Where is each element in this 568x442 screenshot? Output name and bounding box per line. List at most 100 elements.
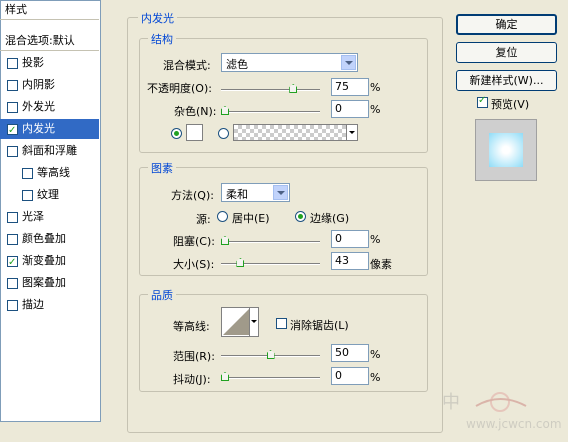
styles-header[interactable]: 样式 [0, 0, 99, 20]
style-item-label: 斜面和浮雕 [22, 144, 77, 157]
new-style-button[interactable]: 新建样式(W)... [456, 70, 557, 91]
glow-color-swatch[interactable] [186, 124, 203, 141]
gradient-dropdown-icon[interactable] [346, 125, 357, 140]
chevron-down-icon[interactable] [273, 185, 288, 200]
choke-label: 阻塞(C): [173, 235, 215, 248]
choke-slider-track[interactable] [221, 241, 320, 243]
style-item[interactable]: 内发光 [0, 119, 99, 141]
style-item[interactable]: 等高线 [0, 163, 99, 183]
gradient-radio[interactable] [218, 128, 229, 139]
style-item-checkbox[interactable] [7, 80, 18, 91]
opacity-input[interactable]: 75 [331, 78, 369, 96]
opacity-label: 不透明度(O): [147, 82, 212, 95]
svg-text:www.jcwcn.com: www.jcwcn.com [466, 417, 562, 431]
style-item[interactable]: 图案叠加 [0, 273, 99, 293]
blending-options-item[interactable]: 混合选项:默认 [0, 31, 99, 51]
source-center-radio[interactable] [217, 211, 228, 222]
style-item-checkbox[interactable] [22, 168, 33, 179]
style-item[interactable]: 投影 [0, 53, 99, 73]
preview-glow-swatch [489, 133, 523, 167]
style-item-label: 图案叠加 [22, 276, 66, 289]
watermark-graphic: 中 www.jcwcn.com [442, 392, 562, 431]
source-edge-radio[interactable] [295, 211, 306, 222]
styles-list-panel: 样式 混合选项:默认 投影内阴影外发光内发光斜面和浮雕等高线纹理光泽颜色叠加渐变… [0, 0, 101, 422]
reset-button[interactable]: 复位 [456, 42, 557, 63]
style-item-label: 外发光 [22, 100, 55, 113]
quality-title: 品质 [148, 287, 176, 303]
preview-label[interactable]: 预览(V) [491, 96, 529, 112]
ok-button[interactable]: 确定 [456, 14, 557, 35]
noise-slider-track[interactable] [221, 111, 320, 113]
style-item[interactable]: 渐变叠加 [0, 251, 99, 273]
solid-color-radio[interactable] [171, 128, 182, 139]
style-item[interactable]: 纹理 [0, 185, 99, 205]
jitter-slider-track[interactable] [221, 377, 320, 379]
jitter-input[interactable]: 0 [331, 367, 369, 385]
style-item-label: 投影 [22, 56, 44, 69]
style-item-checkbox[interactable] [7, 300, 18, 311]
choke-unit: % [370, 233, 381, 246]
style-item-checkbox[interactable] [7, 121, 18, 141]
opacity-slider-track[interactable] [221, 89, 320, 91]
jitter-label: 抖动(J): [173, 373, 211, 386]
style-item-label: 光泽 [22, 210, 44, 223]
style-item[interactable]: 内阴影 [0, 75, 99, 95]
style-item-label: 内阴影 [22, 78, 55, 91]
range-input[interactable]: 50 [331, 344, 369, 362]
svg-text:中: 中 [442, 392, 460, 413]
choke-input[interactable]: 0 [331, 230, 369, 248]
size-label: 大小(S): [173, 258, 215, 271]
range-unit: % [370, 348, 381, 361]
style-item[interactable]: 颜色叠加 [0, 229, 99, 249]
method-label: 方法(Q): [171, 189, 214, 202]
technique-value: 柔和 [226, 188, 248, 201]
style-item[interactable]: 描边 [0, 295, 99, 315]
style-item[interactable]: 光泽 [0, 207, 99, 227]
anti-alias-checkbox[interactable] [276, 318, 287, 329]
blend-mode-label: 混合模式: [163, 59, 211, 72]
anti-alias-label[interactable]: 消除锯齿(L) [290, 317, 349, 333]
size-unit: 像素 [370, 258, 392, 271]
source-label: 源: [196, 213, 211, 226]
style-preview-thumbnail [475, 119, 537, 181]
technique-select[interactable]: 柔和 [221, 183, 290, 202]
style-item-checkbox[interactable] [7, 234, 18, 245]
watermark-logo: 中 www.jcwcn.com [436, 386, 564, 436]
contour-label: 等高线: [173, 320, 210, 333]
blend-mode-select[interactable]: 滤色 [221, 53, 358, 72]
style-item-checkbox[interactable] [7, 212, 18, 223]
chevron-down-icon[interactable] [341, 55, 356, 70]
noise-input[interactable]: 0 [331, 100, 369, 118]
style-item-checkbox[interactable] [7, 102, 18, 113]
style-item-label: 颜色叠加 [22, 232, 66, 245]
elements-title: 图素 [148, 160, 176, 176]
contour-picker[interactable] [221, 307, 259, 337]
gradient-picker[interactable] [233, 124, 358, 141]
style-item-label: 渐变叠加 [22, 254, 66, 267]
style-item[interactable]: 外发光 [0, 97, 99, 117]
opacity-unit: % [370, 81, 381, 94]
style-item-label: 纹理 [37, 188, 59, 201]
size-input[interactable]: 43 [331, 252, 369, 270]
source-edge-label[interactable]: 边缘(G) [310, 210, 349, 226]
contour-curve-icon [223, 309, 249, 335]
style-item-checkbox[interactable] [7, 253, 18, 273]
contour-dropdown-icon[interactable] [249, 308, 258, 336]
range-label: 范围(R): [173, 350, 215, 363]
style-item-checkbox[interactable] [7, 58, 18, 69]
style-item-checkbox[interactable] [7, 278, 18, 289]
source-center-label[interactable]: 居中(E) [232, 210, 270, 226]
noise-unit: % [370, 103, 381, 116]
size-slider-track[interactable] [221, 263, 320, 265]
style-item-checkbox[interactable] [22, 190, 33, 201]
style-item-label: 等高线 [37, 166, 70, 179]
style-item-checkbox[interactable] [7, 146, 18, 157]
structure-title: 结构 [148, 31, 176, 47]
jitter-unit: % [370, 371, 381, 384]
inner-glow-title: 内发光 [138, 10, 177, 26]
preview-checkbox[interactable] [477, 95, 488, 108]
noise-label: 杂色(N): [174, 105, 217, 118]
style-item-label: 内发光 [22, 122, 55, 135]
style-item[interactable]: 斜面和浮雕 [0, 141, 99, 161]
style-item-label: 描边 [22, 298, 44, 311]
